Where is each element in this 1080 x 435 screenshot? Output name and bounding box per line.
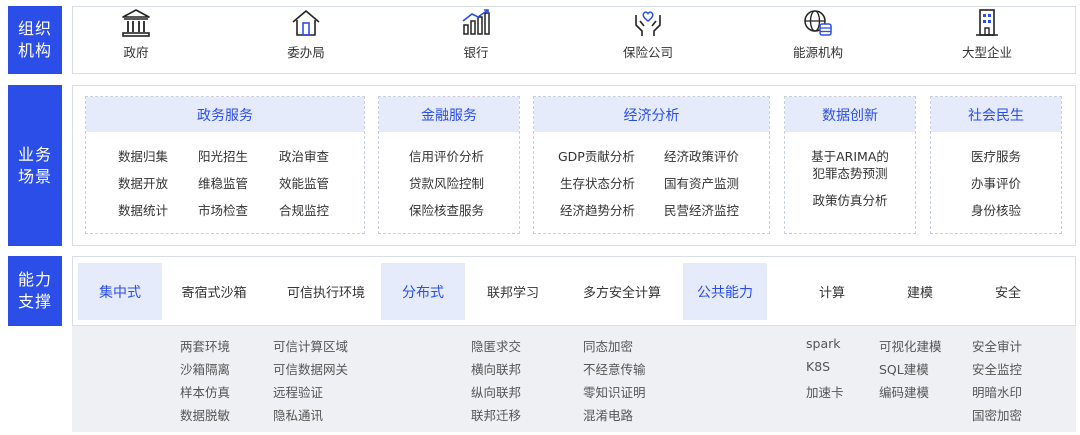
detail-item: 加速卡 — [806, 385, 844, 400]
tab-trusted-execution[interactable]: 可信执行环境 — [276, 263, 376, 320]
tab-security[interactable]: 安全 — [980, 263, 1036, 320]
detail-item: 可视化建模 — [879, 339, 942, 354]
org-bank: 银行 — [446, 0, 506, 68]
card-title: 政务服务 — [86, 97, 364, 132]
scenario-item: 民营经济监控 — [664, 203, 740, 218]
scenario-item: 经济趋势分析 — [560, 203, 636, 218]
scenario-item: 数据统计 — [118, 203, 169, 218]
detail-item: 数据脱敏 — [180, 408, 231, 423]
tab-centralized[interactable]: 集中式 — [78, 263, 162, 320]
detail-item: 安全审计 — [972, 339, 1023, 354]
tab-public-capability[interactable]: 公共能力 — [683, 263, 767, 320]
detail-item: 可信数据网关 — [273, 362, 349, 377]
card-title: 社会民生 — [931, 97, 1061, 132]
scenario-item: 市场检查 — [198, 203, 249, 218]
scenario-item: 信用评价分析 — [409, 149, 485, 164]
detail-item: 两套环境 — [180, 339, 231, 354]
scenario-item: 经济政策评价 — [664, 149, 740, 164]
scenario-item: GDP贡献分析 — [558, 149, 635, 164]
scenario-item: 办事评价 — [970, 176, 1021, 191]
scenario-item: 合规监控 — [279, 203, 330, 218]
tab-distributed[interactable]: 分布式 — [381, 263, 465, 320]
org-enterprise: 大型企业 — [955, 0, 1019, 68]
sidebar-label-scenarios: 业务场景 — [8, 85, 62, 246]
org-label: 银行 — [463, 45, 489, 60]
detail-item: 远程验证 — [273, 385, 324, 400]
scenario-item: 犯罪态势预测 — [812, 166, 888, 181]
detail-item: 安全监控 — [972, 362, 1023, 377]
detail-item: 隐匿求交 — [471, 339, 522, 354]
government-building-icon — [122, 9, 150, 37]
org-bureau: 委办局 — [276, 0, 336, 68]
scenario-item: 数据归集 — [118, 149, 169, 164]
org-insurance: 保险公司 — [616, 0, 680, 68]
detail-item: 沙箱隔离 — [180, 362, 231, 377]
scenario-item: 阳光招生 — [198, 149, 249, 164]
tab-mpc[interactable]: 多方安全计算 — [572, 263, 672, 320]
globe-database-icon — [804, 10, 832, 36]
hands-heart-icon — [635, 11, 661, 36]
org-label: 保险公司 — [622, 45, 673, 60]
org-label: 能源机构 — [792, 45, 843, 60]
scenario-item: 效能监管 — [279, 176, 330, 191]
scenario-item: 贷款风险控制 — [409, 176, 485, 191]
scenario-item: 政策仿真分析 — [812, 193, 888, 208]
scenario-item: 医疗服务 — [970, 149, 1021, 164]
detail-item: 国密加密 — [972, 408, 1023, 423]
scenario-item: 数据开放 — [118, 176, 169, 191]
scenario-item: 政治审查 — [279, 149, 330, 164]
detail-item: 纵向联邦 — [471, 385, 522, 400]
card-title: 经济分析 — [534, 97, 769, 132]
scenario-item: 生存状态分析 — [560, 176, 636, 191]
detail-item: 样本仿真 — [180, 385, 231, 400]
scenario-item: 保险核查服务 — [409, 203, 485, 218]
detail-item: 联邦迁移 — [471, 408, 522, 423]
org-label: 委办局 — [287, 45, 325, 60]
org-government: 政府 — [106, 0, 166, 68]
tab-hosted-sandbox[interactable]: 寄宿式沙箱 — [170, 263, 258, 320]
detail-item: 零知识证明 — [583, 385, 646, 400]
organizations-panel — [72, 6, 1076, 74]
card-title: 数据创新 — [785, 97, 915, 132]
scenario-item: 维稳监管 — [198, 176, 249, 191]
org-energy: 能源机构 — [786, 0, 850, 68]
detail-item: spark — [806, 336, 841, 351]
scenario-item: 身份核验 — [970, 203, 1021, 218]
org-label: 大型企业 — [961, 45, 1012, 60]
tab-federated-learning[interactable]: 联邦学习 — [474, 263, 552, 320]
tab-compute[interactable]: 计算 — [804, 263, 860, 320]
bar-chart-icon — [462, 9, 490, 35]
house-icon — [292, 10, 320, 36]
detail-item: SQL建模 — [879, 362, 929, 377]
detail-item: 不经意传输 — [583, 362, 646, 377]
org-label: 政府 — [123, 45, 149, 60]
card-title: 金融服务 — [379, 97, 519, 132]
office-building-icon — [976, 9, 998, 36]
detail-item: 同态加密 — [583, 339, 634, 354]
sidebar-label-capabilities: 能力支撑 — [8, 256, 62, 326]
detail-item: 横向联邦 — [471, 362, 522, 377]
detail-item: K8S — [806, 359, 831, 374]
sidebar-label-organizations: 组织机构 — [8, 6, 62, 74]
scenario-item: 国有资产监测 — [664, 176, 740, 191]
detail-item: 隐私通讯 — [273, 408, 324, 423]
detail-item: 编码建模 — [879, 385, 930, 400]
detail-item: 明暗水印 — [972, 385, 1023, 400]
tab-modeling[interactable]: 建模 — [892, 263, 948, 320]
detail-item: 可信计算区域 — [273, 339, 349, 354]
detail-item: 混淆电路 — [583, 408, 634, 423]
